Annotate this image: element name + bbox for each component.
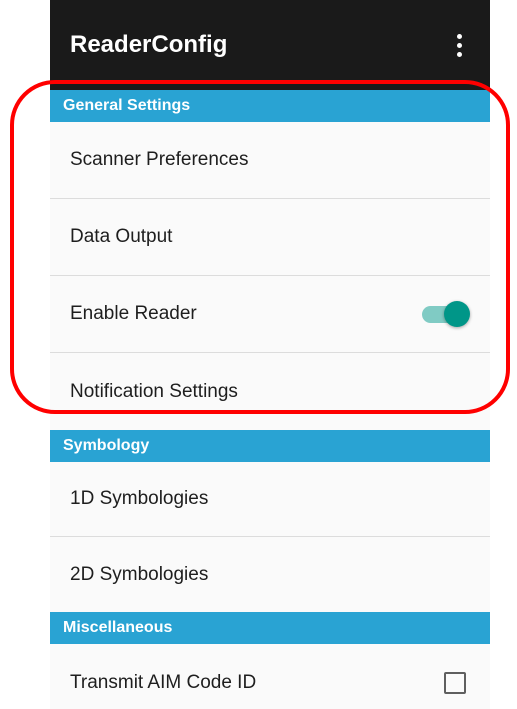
app-title: ReaderConfig xyxy=(70,31,228,58)
app-bar: ReaderConfig xyxy=(50,0,490,90)
transmit-aim-item[interactable]: Transmit AIM Code ID xyxy=(50,644,490,709)
more-vert-icon[interactable] xyxy=(448,25,470,65)
menu-dot xyxy=(456,33,462,39)
transmit-aim-checkbox[interactable] xyxy=(444,671,466,694)
scanner-preferences-item[interactable]: Scanner Preferences xyxy=(50,122,490,199)
menu-dot xyxy=(456,51,462,57)
menu-dot xyxy=(456,42,462,48)
symbologies-1d-item[interactable]: 1D Symbologies xyxy=(50,462,490,537)
pref-label: 2D Symbologies xyxy=(70,563,209,585)
pref-label: Transmit AIM Code ID xyxy=(70,671,257,693)
section-header-general: General Settings xyxy=(50,90,490,122)
data-output-item[interactable]: Data Output xyxy=(50,199,490,276)
notification-settings-item[interactable]: Notification Settings xyxy=(50,353,490,430)
settings-screen: ReaderConfig General Settings Scanner Pr… xyxy=(50,0,490,709)
symbologies-2d-item[interactable]: 2D Symbologies xyxy=(50,537,490,612)
pref-label: Enable Reader xyxy=(70,303,197,324)
pref-label: Data Output xyxy=(70,226,173,247)
pref-label: Scanner Preferences xyxy=(70,149,249,170)
switch-thumb xyxy=(444,301,470,327)
section-header-symbology: Symbology xyxy=(50,430,490,462)
enable-reader-item[interactable]: Enable Reader xyxy=(50,276,490,353)
section-header-misc: Miscellaneous xyxy=(50,612,490,644)
enable-reader-switch[interactable] xyxy=(420,300,470,328)
pref-label: 1D Symbologies xyxy=(70,488,209,509)
pref-label: Notification Settings xyxy=(70,380,238,402)
